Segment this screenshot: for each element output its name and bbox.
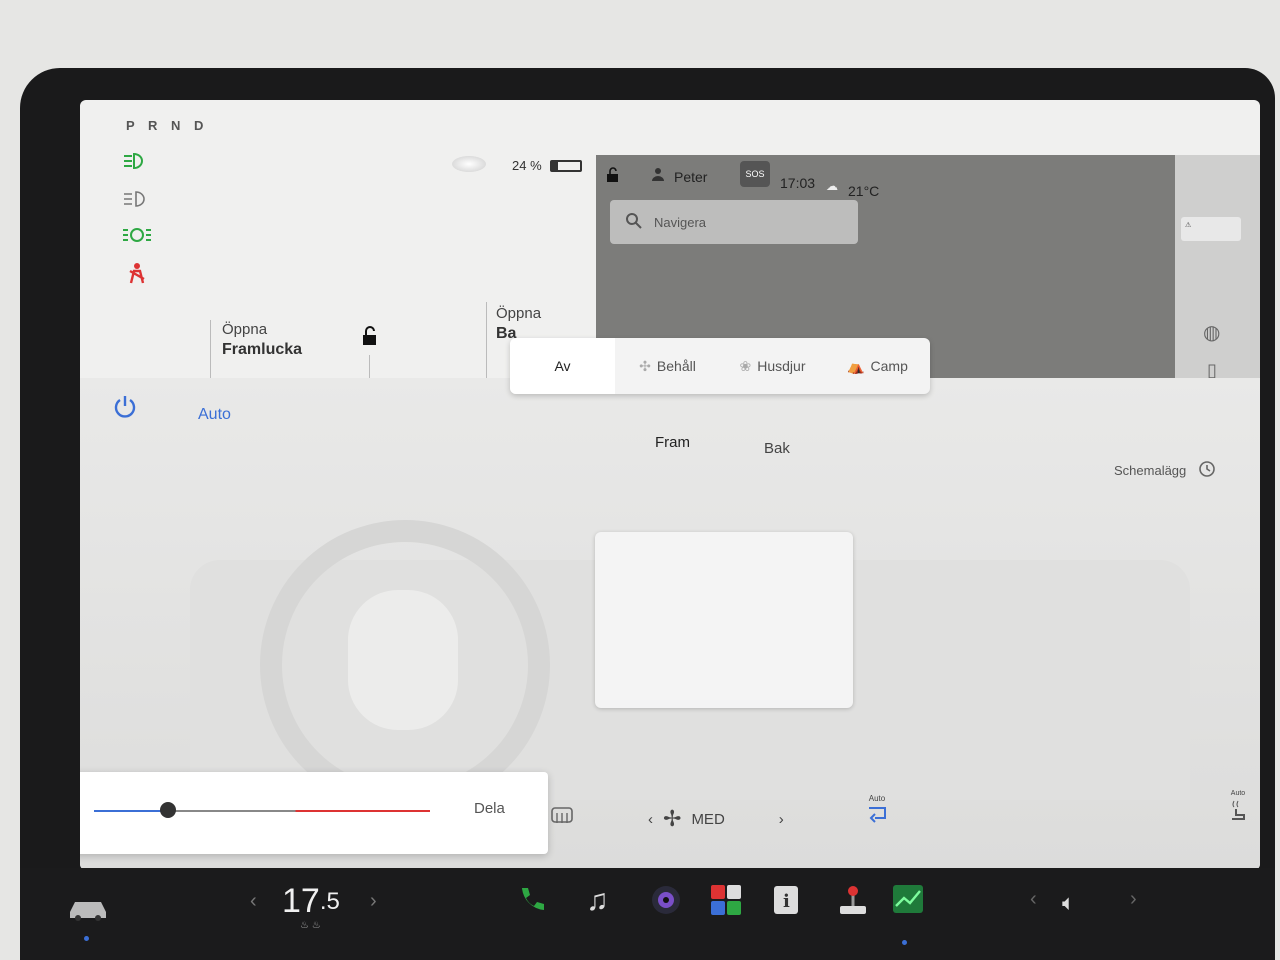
schedule-button[interactable]: Schemalägg (1114, 460, 1216, 481)
mode-camp-label: Camp (870, 358, 908, 374)
dome-light-button[interactable] (452, 156, 486, 172)
arcade-icon[interactable] (838, 884, 868, 916)
trunk-label-1: Öppna (496, 305, 542, 322)
fan-icon: ✣ (639, 357, 651, 374)
volume-up-chevron-icon[interactable]: › (1130, 888, 1137, 911)
camera-icon[interactable] (650, 884, 682, 916)
fan-up-chevron-icon[interactable]: › (779, 811, 784, 828)
seat-heat-icon[interactable]: ♨ ♨ (300, 920, 321, 931)
temperature-slider-card: Dela (80, 772, 548, 854)
mode-dog-label: Husdjur (757, 358, 806, 374)
climate-keeper-menu: Av ✣ Behåll ❀ Husdjur ⛺ Camp (510, 338, 930, 394)
music-icon[interactable]: ♫ (586, 884, 609, 918)
globe-icon[interactable]: ◍ (1203, 320, 1220, 345)
volume-down-chevron-icon[interactable]: ‹ (1030, 888, 1037, 911)
speed-camera-icon[interactable]: ⚠ (1181, 217, 1241, 241)
temperature-slider-knob[interactable] (160, 802, 176, 818)
temp-fraction: .5 (319, 887, 340, 915)
lock-icon[interactable] (360, 326, 378, 351)
navigate-placeholder: Navigera (654, 214, 707, 230)
mode-camp-tab[interactable]: ⛺ Camp (825, 338, 930, 394)
fan-speed-label: MED (691, 810, 725, 828)
navigate-search-input[interactable]: Navigera (610, 200, 858, 244)
status-bar: Peter SOS 17:03 ☁ 21°C (596, 155, 1176, 199)
recirculation-auto-label: Auto (868, 794, 886, 803)
front-defrost-tab[interactable]: Fram (655, 434, 690, 451)
open-frunk-button[interactable]: Öppna Framlucka (222, 320, 302, 360)
fan-down-chevron-icon[interactable]: ‹ (648, 811, 653, 828)
temp-whole: 17 (282, 882, 320, 920)
active-indicator (902, 940, 907, 945)
schedule-label: Schemalägg (1114, 463, 1187, 478)
unlock-icon[interactable] (606, 167, 620, 186)
search-icon (626, 212, 642, 232)
energy-graph-icon[interactable] (892, 884, 924, 914)
temp-up-chevron-icon[interactable]: › (370, 890, 377, 913)
paw-icon: ❀ (739, 357, 752, 374)
tent-icon: ⛺ (847, 357, 865, 374)
seatbelt-warning-icon (120, 260, 154, 286)
battery-status: 24 % (512, 158, 582, 173)
climate-power-button[interactable] (112, 394, 138, 420)
auto-highbeam-icon (120, 186, 154, 212)
volume-icon[interactable]: 🔈︎ (1062, 890, 1075, 916)
touchscreen: P R N D 24 % Öppna Framlucka Öppna Ba ⚠ … (80, 100, 1260, 870)
temp-down-chevron-icon[interactable]: ‹ (250, 890, 257, 913)
steering-hub-render (348, 590, 458, 730)
rear-defrost-button[interactable] (550, 806, 574, 826)
temperature-slider-track[interactable] (94, 810, 430, 812)
car-icon[interactable] (66, 892, 110, 922)
headlights-icon (120, 148, 154, 174)
gear-indicator: P R N D (126, 118, 209, 133)
seat-heater-button[interactable]: Auto (1228, 790, 1248, 821)
fan-speed-control[interactable]: ‹ ✢ MED › (648, 806, 784, 832)
svg-text:i: i (783, 891, 790, 912)
seat-heater-auto-label: Auto (1230, 790, 1246, 797)
clock-icon (1198, 460, 1216, 481)
taskbar: ‹ 17.5 › ♨ ♨ ♫ i ‹ 🔈︎ › (20, 868, 1275, 960)
profile-icon[interactable] (651, 167, 665, 184)
frunk-label-2: Framlucka (222, 341, 303, 358)
mode-keep-tab[interactable]: ✣ Behåll (615, 338, 720, 394)
mode-off-tab[interactable]: Av (510, 338, 615, 394)
sos-button[interactable]: SOS (740, 161, 770, 187)
profile-name[interactable]: Peter (674, 169, 707, 185)
center-screen-render (595, 532, 853, 708)
outside-temp: 21°C (848, 183, 880, 199)
divider (210, 320, 211, 380)
battery-percent: 24 % (512, 158, 542, 173)
app-launcher-icon[interactable] (710, 884, 742, 916)
manual-icon[interactable]: i (772, 884, 800, 916)
frunk-label-1: Öppna (222, 321, 268, 338)
mode-dog-tab[interactable]: ❀ Husdjur (720, 338, 825, 394)
cabin-temperature[interactable]: 17.5 (282, 882, 340, 921)
climate-auto-button[interactable]: Auto (198, 406, 231, 424)
split-button[interactable]: Dela (474, 800, 505, 817)
parking-lights-icon (120, 222, 154, 248)
clock: 17:03 (780, 175, 816, 191)
fan-icon: ✢ (663, 806, 682, 831)
mode-off-label: Av (554, 358, 571, 374)
recirculation-button[interactable]: Auto (866, 794, 888, 823)
cloud-icon: ☁ (826, 179, 838, 193)
phone-icon[interactable] (516, 884, 546, 914)
rear-defrost-tab[interactable]: Bak (764, 440, 790, 457)
mode-keep-label: Behåll (656, 358, 696, 374)
battery-icon (549, 159, 582, 172)
active-indicator (84, 936, 89, 941)
